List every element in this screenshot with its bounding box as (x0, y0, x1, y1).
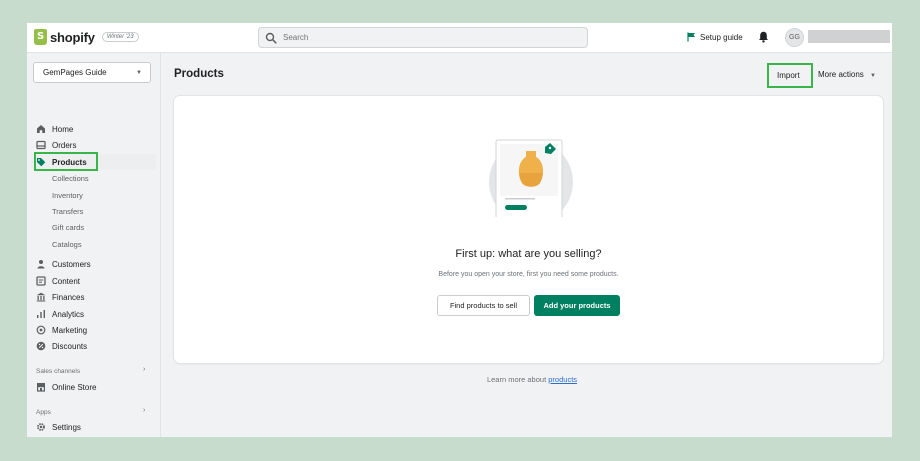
brand-name: shopify (50, 29, 95, 45)
setup-guide-label: Setup guide (700, 32, 743, 42)
shopify-bag-icon (34, 29, 47, 45)
empty-state-description: Before you open your store, first you ne… (438, 271, 619, 278)
app-window: shopify Winter '23 Setup guide GG GemP (27, 23, 892, 437)
settings-label: Settings (52, 422, 81, 432)
chevron-right-icon[interactable]: › (143, 407, 145, 414)
sidebar-item-label: Customers (52, 259, 91, 269)
flag-icon (687, 32, 695, 42)
bell-icon[interactable] (758, 31, 769, 43)
sidebar-item-finances[interactable]: Finances (36, 291, 84, 303)
more-actions-button[interactable]: More actions ▼ (818, 70, 876, 79)
learn-more-text: Learn more about products (27, 375, 892, 384)
sidebar-item-settings[interactable]: Settings (36, 421, 81, 433)
sidebar-subitem-catalogs[interactable]: Catalogs (52, 238, 82, 250)
sidebar-item-label: Analytics (52, 309, 85, 319)
search-bar[interactable] (258, 27, 588, 48)
sidebar-subitem-inventory[interactable]: Inventory (52, 189, 83, 201)
add-products-button[interactable]: Add your products (534, 295, 620, 316)
more-actions-label: More actions (818, 70, 864, 79)
empty-state-card: First up: what are you selling? Before y… (174, 96, 883, 363)
sidebar-item-content[interactable]: Content (36, 275, 80, 287)
search-input[interactable] (283, 33, 573, 42)
avatar[interactable]: GG (785, 28, 804, 47)
apps-label[interactable]: Apps (36, 409, 51, 416)
sidebar-item-home[interactable]: Home (36, 123, 73, 135)
shopify-logo[interactable]: shopify Winter '23 (34, 29, 139, 45)
sidebar-item-label: Discounts (52, 341, 88, 351)
find-products-button[interactable]: Find products to sell (437, 295, 530, 316)
sidebar-subitem-gift-cards[interactable]: Gift cards (52, 221, 84, 233)
import-highlight-box (767, 63, 813, 88)
sidebar-item-label: Content (52, 276, 81, 286)
sidebar-subitem-transfers[interactable]: Transfers (52, 205, 83, 217)
chevron-right-icon[interactable]: › (143, 366, 145, 373)
sidebar-item-discounts[interactable]: Discounts (36, 340, 87, 352)
page-title: Products (174, 68, 224, 80)
target-icon (36, 325, 46, 335)
caret-down-icon: ▼ (136, 69, 142, 76)
product-illustration (489, 139, 573, 217)
sidebar-item-analytics[interactable]: Analytics (36, 308, 84, 320)
top-bar: shopify Winter '23 Setup guide GG (27, 23, 892, 53)
store-name: GemPages Guide (43, 68, 107, 77)
sidebar-item-label: Marketing (52, 325, 88, 335)
products-link[interactable]: products (548, 375, 577, 384)
bar-chart-icon (37, 310, 45, 318)
sidebar-item-label: Finances (52, 292, 85, 302)
sidebar-item-label: Orders (52, 140, 77, 150)
search-icon (265, 32, 277, 44)
gear-icon (37, 423, 45, 431)
empty-state-heading: First up: what are you selling? (455, 248, 602, 260)
orders-icon (36, 140, 46, 150)
learn-more-label: Learn more about (486, 375, 547, 384)
redacted-account-name (808, 30, 890, 43)
store-selector[interactable]: GemPages Guide ▼ (33, 62, 151, 83)
sidebar-item-label: Home (52, 124, 74, 134)
edition-badge: Winter '23 (101, 32, 139, 42)
sidebar-item-customers[interactable]: Customers (36, 258, 91, 270)
sidebar-subitem-collections[interactable]: Collections (52, 172, 89, 184)
sidebar-item-marketing[interactable]: Marketing (36, 324, 87, 336)
bank-icon (36, 292, 46, 302)
home-icon (37, 125, 45, 133)
content-icon (36, 276, 46, 286)
person-icon (37, 260, 45, 269)
discount-icon (36, 341, 46, 351)
caret-down-icon: ▼ (870, 73, 876, 79)
products-highlight-box (34, 152, 98, 171)
sidebar-item-orders[interactable]: Orders (36, 139, 76, 151)
setup-guide-button[interactable]: Setup guide (687, 32, 743, 42)
sales-channels-label[interactable]: Sales channels (36, 368, 80, 375)
